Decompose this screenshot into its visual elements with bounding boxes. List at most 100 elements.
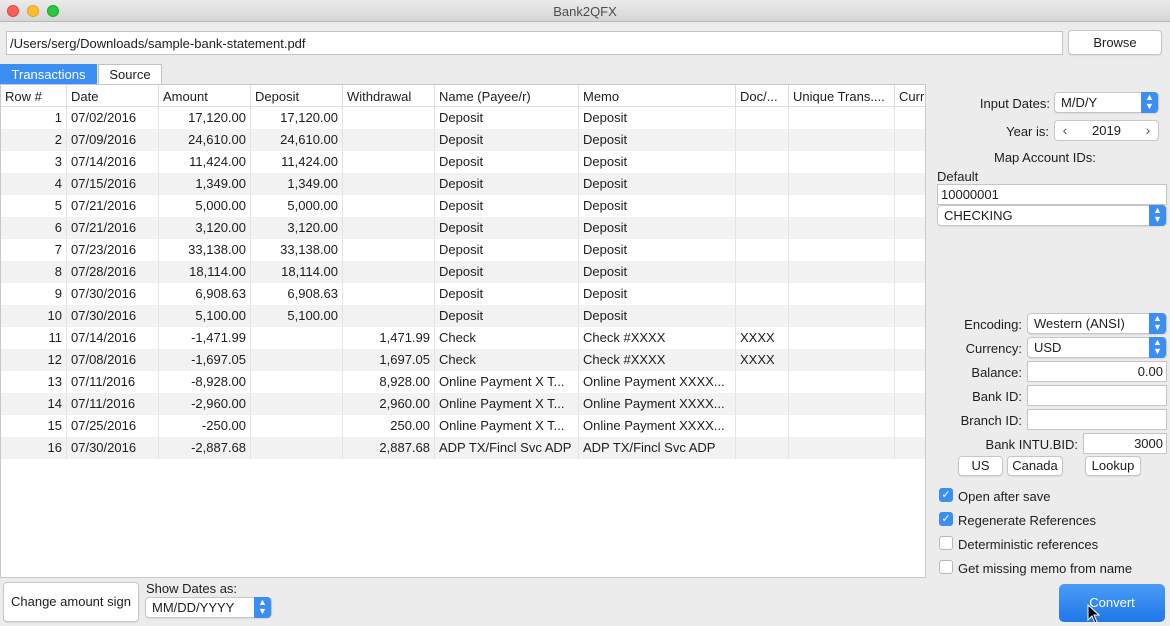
cell-date[interactable]: 07/30/2016	[67, 305, 159, 327]
table-row[interactable]: 13 07/11/2016 -8,928.00 8,928.00 Online Paym…	[1, 371, 925, 393]
cell-currency[interactable]	[895, 393, 925, 415]
cell-deposit[interactable]	[251, 437, 343, 459]
cell-unique-trans[interactable]	[789, 305, 895, 327]
cell-currency[interactable]	[895, 415, 925, 437]
cell-date[interactable]: 07/02/2016	[67, 107, 159, 129]
chevron-left-icon[interactable]: ‹	[1057, 121, 1073, 140]
branch-id-field[interactable]	[1027, 409, 1167, 430]
cell-doc[interactable]	[736, 305, 789, 327]
cell-unique-trans[interactable]	[789, 107, 895, 129]
cell-date[interactable]: 07/08/2016	[67, 349, 159, 371]
cell-memo[interactable]: Check #XXXX	[579, 349, 736, 371]
cell-memo[interactable]: Online Payment XXXX...	[579, 393, 736, 415]
cell-memo[interactable]: Deposit	[579, 173, 736, 195]
cell-amount[interactable]: 18,114.00	[159, 261, 251, 283]
cell-date[interactable]: 07/09/2016	[67, 129, 159, 151]
cell-name[interactable]: ADP TX/Fincl Svc ADP	[435, 437, 579, 459]
cell-withdrawal[interactable]: 1,471.99	[343, 327, 435, 349]
cell-name[interactable]: Deposit	[435, 151, 579, 173]
cell-amount[interactable]: 11,424.00	[159, 151, 251, 173]
cell-currency[interactable]	[895, 129, 925, 151]
cell-name[interactable]: Online Payment X T...	[435, 393, 579, 415]
cell-withdrawal[interactable]	[343, 305, 435, 327]
file-path-field[interactable]: /Users/serg/Downloads/sample-bank-statem…	[6, 31, 1063, 55]
table-row[interactable]: 16 07/30/2016 -2,887.68 2,887.68 ADP TX/Finc…	[1, 437, 925, 459]
cell-date[interactable]: 07/25/2016	[67, 415, 159, 437]
cell-date[interactable]: 07/23/2016	[67, 239, 159, 261]
table-row[interactable]: 1 07/02/2016 17,120.00 17,120.00 Deposit Depo…	[1, 107, 925, 129]
cell-unique-trans[interactable]	[789, 283, 895, 305]
column-header-currency[interactable]: Curr	[895, 85, 925, 107]
missing-memo-checkbox[interactable]	[939, 560, 953, 574]
cell-date[interactable]: 07/30/2016	[67, 437, 159, 459]
cell-name[interactable]: Check	[435, 349, 579, 371]
open-after-save-checkbox[interactable]: ✓	[939, 488, 953, 502]
cell-name[interactable]: Deposit	[435, 107, 579, 129]
cell-memo[interactable]: Online Payment XXXX...	[579, 371, 736, 393]
cell-memo[interactable]: Deposit	[579, 107, 736, 129]
cell-amount[interactable]: -2,887.68	[159, 437, 251, 459]
column-header-deposit[interactable]: Deposit	[251, 85, 343, 107]
cell-unique-trans[interactable]	[789, 393, 895, 415]
cell-withdrawal[interactable]	[343, 261, 435, 283]
cell-date[interactable]: 07/14/2016	[67, 327, 159, 349]
cell-amount[interactable]: -1,697.05	[159, 349, 251, 371]
cell-deposit[interactable]: 3,120.00	[251, 217, 343, 239]
cell-doc[interactable]	[736, 195, 789, 217]
cell-date[interactable]: 07/21/2016	[67, 195, 159, 217]
lookup-button[interactable]: Lookup	[1085, 456, 1141, 476]
table-row[interactable]: 14 07/11/2016 -2,960.00 2,960.00 Online Paym…	[1, 393, 925, 415]
encoding-select[interactable]: Western (ANSI) ▲ ▼	[1027, 313, 1167, 334]
transactions-table[interactable]: Row # Date Amount Deposit Withdrawal Nam…	[0, 84, 926, 578]
cell-deposit[interactable]	[251, 415, 343, 437]
cell-date[interactable]: 07/30/2016	[67, 283, 159, 305]
cell-memo[interactable]: Deposit	[579, 305, 736, 327]
column-header-date[interactable]: Date	[67, 85, 159, 107]
cell-amount[interactable]: 6,908.63	[159, 283, 251, 305]
cell-withdrawal[interactable]: 2,887.68	[343, 437, 435, 459]
cell-unique-trans[interactable]	[789, 437, 895, 459]
cell-withdrawal[interactable]	[343, 107, 435, 129]
cell-currency[interactable]	[895, 217, 925, 239]
balance-field[interactable]: 0.00	[1027, 361, 1167, 382]
cell-row-number[interactable]: 8	[1, 261, 67, 283]
account-type-select[interactable]: CHECKING ▲ ▼	[937, 205, 1167, 226]
cell-doc[interactable]	[736, 239, 789, 261]
cell-withdrawal[interactable]: 8,928.00	[343, 371, 435, 393]
cell-date[interactable]: 07/28/2016	[67, 261, 159, 283]
table-row[interactable]: 2 07/09/2016 24,610.00 24,610.00 Deposit Depo…	[1, 129, 925, 151]
table-row[interactable]: 15 07/25/2016 -250.00 250.00 Online Payment …	[1, 415, 925, 437]
table-row[interactable]: 6 07/21/2016 3,120.00 3,120.00 Deposit Deposi…	[1, 217, 925, 239]
cell-amount[interactable]: 17,120.00	[159, 107, 251, 129]
cell-withdrawal[interactable]	[343, 283, 435, 305]
cell-name[interactable]: Deposit	[435, 305, 579, 327]
bank-id-field[interactable]	[1027, 385, 1167, 406]
cell-doc[interactable]	[736, 415, 789, 437]
cell-doc[interactable]	[736, 129, 789, 151]
cell-memo[interactable]: Check #XXXX	[579, 327, 736, 349]
browse-button[interactable]: Browse	[1068, 30, 1162, 55]
cell-unique-trans[interactable]	[789, 173, 895, 195]
cell-amount[interactable]: 24,610.00	[159, 129, 251, 151]
cell-row-number[interactable]: 14	[1, 393, 67, 415]
cell-memo[interactable]: Deposit	[579, 195, 736, 217]
cell-withdrawal[interactable]	[343, 129, 435, 151]
us-button[interactable]: US	[958, 456, 1003, 476]
cell-row-number[interactable]: 2	[1, 129, 67, 151]
cell-row-number[interactable]: 9	[1, 283, 67, 305]
cell-name[interactable]: Deposit	[435, 239, 579, 261]
convert-button[interactable]: Convert	[1059, 584, 1165, 622]
cell-doc[interactable]	[736, 437, 789, 459]
cell-date[interactable]: 07/14/2016	[67, 151, 159, 173]
cell-deposit[interactable]	[251, 393, 343, 415]
cell-doc[interactable]	[736, 151, 789, 173]
cell-name[interactable]: Deposit	[435, 195, 579, 217]
cell-deposit[interactable]: 6,908.63	[251, 283, 343, 305]
cell-memo[interactable]: Deposit	[579, 151, 736, 173]
cell-memo[interactable]: Deposit	[579, 217, 736, 239]
cell-date[interactable]: 07/11/2016	[67, 393, 159, 415]
cell-deposit[interactable]: 5,000.00	[251, 195, 343, 217]
account-id-field[interactable]: 10000001	[937, 184, 1167, 205]
column-header-withdrawal[interactable]: Withdrawal	[343, 85, 435, 107]
cell-withdrawal[interactable]: 2,960.00	[343, 393, 435, 415]
